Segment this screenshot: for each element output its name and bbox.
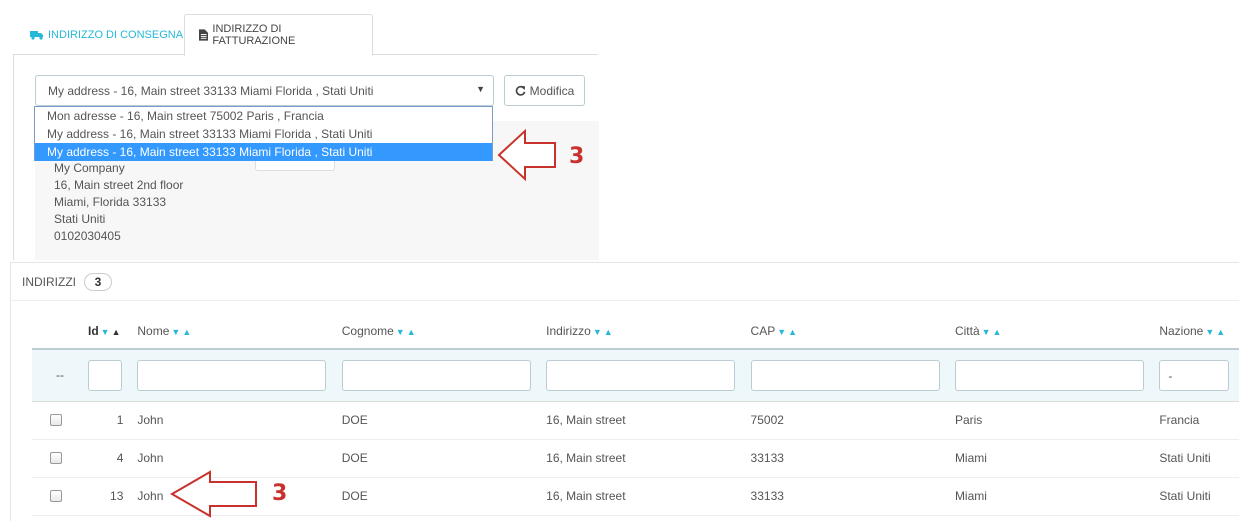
list-header: INDIRIZZI 3 [11, 263, 1239, 301]
cell-nazione: Francia [1159, 401, 1239, 440]
header-citta-label: Città [954, 323, 980, 338]
filter-nazione-select[interactable]: - [1159, 359, 1230, 391]
address-country: Stati Uniti [54, 212, 106, 226]
filter-indirizzo-input[interactable] [546, 359, 736, 391]
cell-citta: Miami [954, 439, 1160, 478]
sort-asc-icon[interactable]: ▲ [112, 327, 121, 337]
cell-cap: 33133 [750, 439, 955, 478]
sort-desc-icon[interactable]: ▼ [101, 327, 110, 337]
filter-cognome-input[interactable] [341, 359, 531, 391]
filter-id-input[interactable] [87, 359, 122, 391]
cell-nazione: Stati Uniti [1159, 439, 1239, 478]
cell-indirizzo: 16, Main street [546, 401, 751, 440]
cell-nome: John [137, 401, 342, 440]
sort-desc-icon[interactable]: ▼ [982, 327, 991, 337]
edit-address-button[interactable]: Modifica [504, 75, 585, 106]
header-nazione[interactable]: Nazione ▼ ▲ [1159, 313, 1239, 350]
header-citta[interactable]: Città ▼ ▲ [954, 313, 1160, 350]
cell-cognome: DOE [341, 477, 547, 516]
header-checkbox [32, 313, 88, 350]
cell-indirizzo: 16, Main street [546, 477, 751, 516]
count-badge: 3 [84, 272, 112, 291]
header-id-label: Id [87, 323, 99, 338]
cell-citta: Paris [954, 401, 1160, 440]
header-cap[interactable]: CAP ▼ ▲ [750, 313, 955, 350]
cell-indirizzo: 16, Main street [546, 439, 751, 478]
sort-desc-icon[interactable]: ▼ [593, 327, 602, 337]
filter-citta-input[interactable] [954, 359, 1144, 391]
tab-delivery-address[interactable]: INDIRIZZO DI CONSEGNA [16, 14, 197, 55]
address-company: My Company [54, 161, 125, 175]
dropdown-option[interactable]: My address - 16, Main street 33133 Miami… [35, 125, 492, 143]
sort-desc-icon[interactable]: ▼ [1205, 327, 1214, 337]
annotation-arrow-left-icon [497, 128, 556, 182]
header-indirizzo[interactable]: Indirizzo ▼ ▲ [546, 313, 751, 350]
sort-asc-icon[interactable]: ▲ [993, 327, 1002, 337]
address-select-value: My address - 16, Main street 33133 Miami… [48, 84, 374, 98]
cell-nazione: Stati Uniti [1159, 477, 1239, 516]
header-cap-label: CAP [750, 323, 776, 338]
row-checkbox[interactable] [50, 452, 62, 464]
sort-asc-icon[interactable]: ▲ [182, 327, 191, 337]
row-checkbox[interactable] [50, 490, 62, 502]
sort-asc-icon[interactable]: ▲ [407, 327, 416, 337]
row-checkbox[interactable] [50, 414, 62, 426]
tab-invoice-label: INDIRIZZO DI FATTURAZIONE [212, 23, 296, 47]
sort-asc-icon[interactable]: ▲ [788, 327, 797, 337]
header-nazione-label: Nazione [1159, 323, 1204, 338]
header-cognome-label: Cognome [341, 323, 394, 338]
filter-cap-input[interactable] [750, 359, 940, 391]
annotation-arrow-left-icon [170, 470, 257, 518]
table-row[interactable]: 1 John DOE 16, Main street 75002 Paris F… [32, 401, 1239, 440]
address-dropdown-list[interactable]: Mon adresse - 16, Main street 75002 Pari… [34, 106, 493, 161]
dropdown-option[interactable]: Mon adresse - 16, Main street 75002 Pari… [35, 107, 492, 125]
list-title: INDIRIZZI [22, 274, 76, 289]
file-text-icon [199, 29, 209, 41]
annotation-number: 3 [569, 144, 585, 169]
cell-cognome: DOE [341, 439, 547, 478]
header-cognome[interactable]: Cognome ▼ ▲ [341, 313, 547, 350]
sort-asc-icon[interactable]: ▲ [604, 327, 613, 337]
address-select[interactable]: My address - 16, Main street 33133 Miami… [35, 75, 494, 106]
edit-address-label: Modifica [529, 83, 575, 98]
header-nome-label: Nome [137, 323, 170, 338]
filter-checkbox-placeholder: -- [32, 349, 88, 402]
address-city: Miami, Florida 33133 [54, 195, 167, 209]
cell-cognome: DOE [341, 401, 547, 440]
cell-id: 13 [87, 477, 138, 516]
cell-id: 1 [87, 401, 138, 440]
truck-icon [30, 30, 43, 40]
header-indirizzo-label: Indirizzo [546, 323, 591, 338]
filter-nome-input[interactable] [137, 359, 327, 391]
header-nome[interactable]: Nome ▼ ▲ [137, 313, 342, 350]
refresh-icon [515, 85, 526, 96]
tab-invoice-address[interactable]: INDIRIZZO DI FATTURAZIONE [184, 14, 373, 56]
dropdown-option-selected[interactable]: My address - 16, Main street 33133 Miami… [35, 143, 492, 161]
filter-row: -- - [32, 349, 1239, 402]
sort-desc-icon[interactable]: ▼ [171, 327, 180, 337]
annotation-number: 3 [272, 481, 288, 506]
address-tabs: INDIRIZZO DI CONSEGNA INDIRIZZO DI FATTU… [13, 14, 598, 56]
caret-down-icon: ▼ [476, 84, 485, 94]
address-street: 16, Main street 2nd floor [54, 178, 184, 192]
cell-cap: 33133 [750, 477, 955, 516]
address-phone: 0102030405 [54, 229, 121, 243]
sort-desc-icon[interactable]: ▼ [777, 327, 786, 337]
address-details: My Company 16, Main street 2nd floor Mia… [54, 160, 183, 245]
sort-asc-icon[interactable]: ▲ [1216, 327, 1225, 337]
cell-cap: 75002 [750, 401, 955, 440]
header-id[interactable]: Id ▼ ▲ [87, 313, 138, 350]
tab-delivery-label: INDIRIZZO DI CONSEGNA [48, 28, 184, 41]
cell-id: 4 [87, 439, 138, 478]
sort-desc-icon[interactable]: ▼ [396, 327, 405, 337]
cell-citta: Miami [954, 477, 1160, 516]
table-header-row: Id ▼ ▲ Nome ▼ ▲ Cognome ▼ ▲ Indirizzo ▼ ▲ CAP ▼ ▲ … [32, 313, 1239, 350]
